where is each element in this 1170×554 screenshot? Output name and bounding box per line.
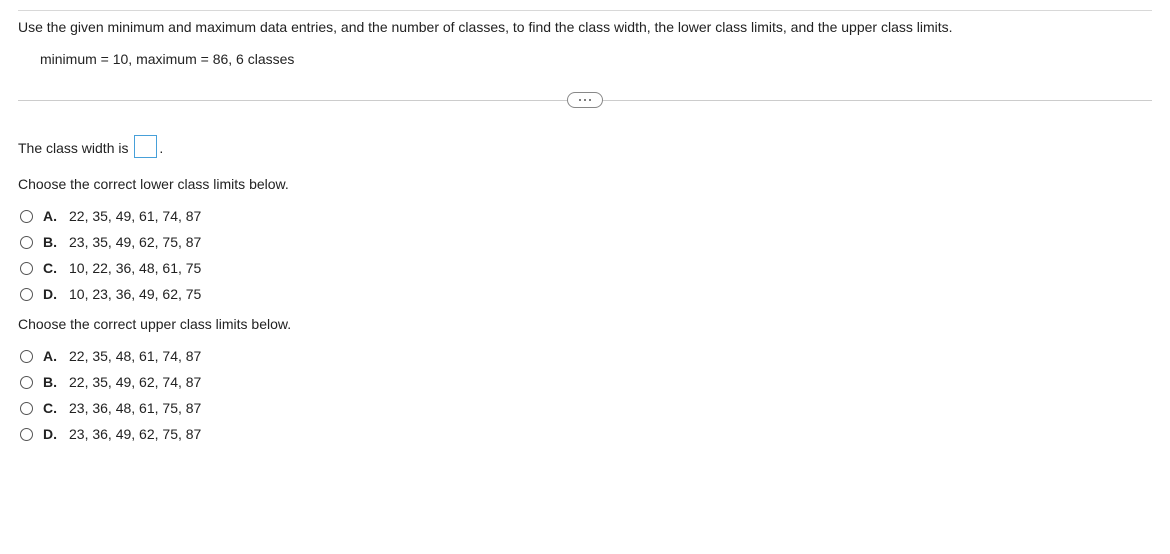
option-text: 22, 35, 49, 62, 74, 87	[69, 374, 201, 390]
upper-options-group: A. 22, 35, 48, 61, 74, 87 B. 22, 35, 49,…	[18, 348, 1152, 442]
section-divider	[18, 89, 1152, 111]
radio-lower-b[interactable]	[20, 236, 33, 249]
option-letter: C.	[43, 260, 59, 276]
class-width-line: The class width is .	[18, 135, 1152, 158]
option-text: 23, 36, 49, 62, 75, 87	[69, 426, 201, 442]
option-letter: D.	[43, 286, 59, 302]
option-text: 23, 35, 49, 62, 75, 87	[69, 234, 201, 250]
radio-upper-d[interactable]	[20, 428, 33, 441]
class-width-suffix: .	[159, 140, 163, 156]
lower-option-d[interactable]: D. 10, 23, 36, 49, 62, 75	[18, 286, 1152, 302]
lower-option-b[interactable]: B. 23, 35, 49, 62, 75, 87	[18, 234, 1152, 250]
radio-lower-d[interactable]	[20, 288, 33, 301]
option-text: 23, 36, 48, 61, 75, 87	[69, 400, 201, 416]
option-letter: D.	[43, 426, 59, 442]
upper-option-b[interactable]: B. 22, 35, 49, 62, 74, 87	[18, 374, 1152, 390]
radio-upper-c[interactable]	[20, 402, 33, 415]
upper-limits-prompt: Choose the correct upper class limits be…	[18, 316, 1152, 332]
lower-option-a[interactable]: A. 22, 35, 49, 61, 74, 87	[18, 208, 1152, 224]
question-panel: Use the given minimum and maximum data e…	[0, 0, 1170, 442]
option-text: 22, 35, 49, 61, 74, 87	[69, 208, 201, 224]
option-letter: A.	[43, 348, 59, 364]
option-letter: A.	[43, 208, 59, 224]
class-width-prefix: The class width is	[18, 140, 132, 156]
upper-option-d[interactable]: D. 23, 36, 49, 62, 75, 87	[18, 426, 1152, 442]
option-text: 10, 22, 36, 48, 61, 75	[69, 260, 201, 276]
radio-lower-a[interactable]	[20, 210, 33, 223]
upper-option-c[interactable]: C. 23, 36, 48, 61, 75, 87	[18, 400, 1152, 416]
parameters-text: minimum = 10, maximum = 86, 6 classes	[18, 35, 1152, 83]
radio-upper-b[interactable]	[20, 376, 33, 389]
lower-option-c[interactable]: C. 10, 22, 36, 48, 61, 75	[18, 260, 1152, 276]
radio-lower-c[interactable]	[20, 262, 33, 275]
ellipsis-icon[interactable]	[567, 92, 603, 108]
option-text: 10, 23, 36, 49, 62, 75	[69, 286, 201, 302]
option-letter: B.	[43, 374, 59, 390]
lower-limits-prompt: Choose the correct lower class limits be…	[18, 176, 1152, 192]
radio-upper-a[interactable]	[20, 350, 33, 363]
option-text: 22, 35, 48, 61, 74, 87	[69, 348, 201, 364]
option-letter: C.	[43, 400, 59, 416]
class-width-input[interactable]	[134, 135, 157, 158]
upper-option-a[interactable]: A. 22, 35, 48, 61, 74, 87	[18, 348, 1152, 364]
lower-options-group: A. 22, 35, 49, 61, 74, 87 B. 23, 35, 49,…	[18, 208, 1152, 302]
option-letter: B.	[43, 234, 59, 250]
instruction-text: Use the given minimum and maximum data e…	[18, 10, 1152, 35]
